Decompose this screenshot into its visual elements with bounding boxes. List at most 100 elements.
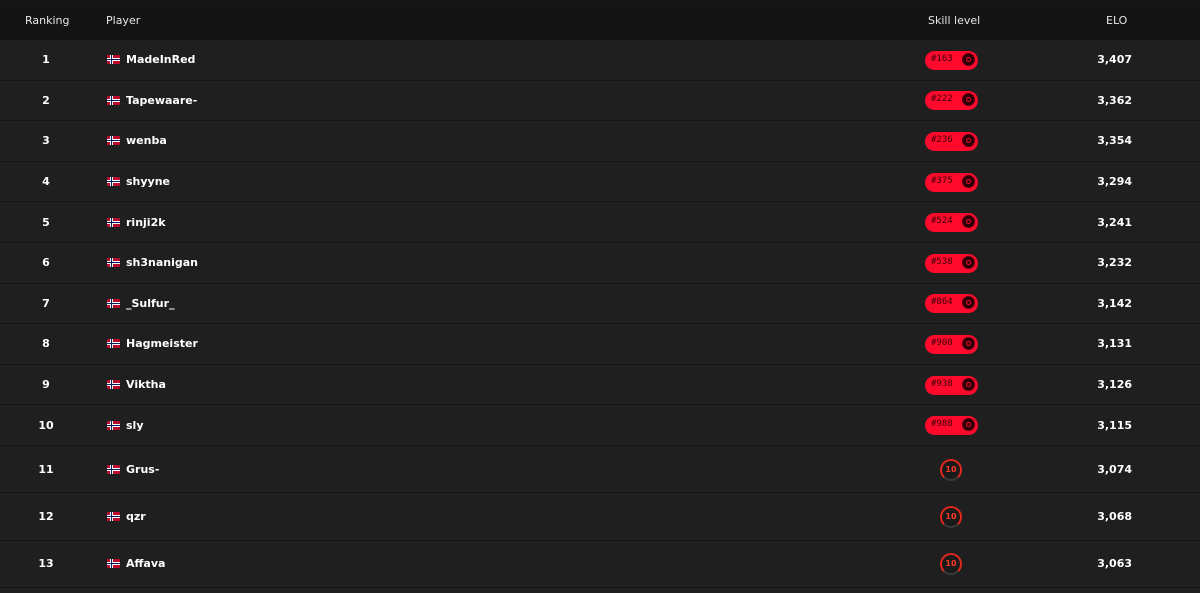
- elo-value: 3,142: [1097, 296, 1132, 310]
- challenger-rank-text: #375: [931, 175, 953, 186]
- table-row[interactable]: 4 shyyne #375 3,294: [0, 161, 1200, 203]
- player-name-link[interactable]: Grus-: [126, 463, 159, 476]
- challenger-icon: [962, 174, 975, 188]
- challenger-rank-text: #988: [931, 419, 953, 430]
- header-player: Player: [106, 14, 141, 27]
- challenger-rank-badge: #375: [925, 172, 978, 192]
- elo-value: 3,074: [1097, 462, 1132, 476]
- challenger-rank-badge: #864: [925, 294, 978, 314]
- norway-flag-icon: [107, 95, 120, 105]
- rank-number: 9: [42, 378, 50, 392]
- player-name-link[interactable]: rinji2k: [126, 216, 166, 229]
- table-row[interactable]: 11 Grus- 10 3,074: [0, 446, 1200, 494]
- player-name-link[interactable]: wenba: [126, 134, 167, 147]
- rank-number: 11: [38, 462, 54, 476]
- challenger-rank-badge: #908: [925, 334, 978, 354]
- challenger-icon: [962, 93, 975, 107]
- elo-value: 3,241: [1097, 215, 1132, 229]
- norway-flag-icon: [107, 512, 120, 522]
- header-ranking: Ranking: [25, 14, 70, 27]
- norway-flag-icon: [107, 55, 120, 65]
- player-name-link[interactable]: sh3nanigan: [126, 256, 198, 269]
- norway-flag-icon: [107, 559, 120, 569]
- elo-value: 3,362: [1097, 93, 1132, 107]
- player-name-link[interactable]: MadeInRed: [126, 53, 195, 66]
- challenger-rank-badge: #236: [925, 131, 978, 151]
- norway-flag-icon: [107, 339, 120, 349]
- challenger-icon: [962, 296, 975, 310]
- challenger-rank-text: #938: [931, 378, 953, 389]
- rank-number: 2: [42, 93, 50, 107]
- player-name-link[interactable]: Tapewaare-: [126, 94, 197, 107]
- table-header: Ranking Player Skill level ELO: [0, 2, 1200, 40]
- skill-level-ring-icon: 10: [940, 553, 962, 576]
- norway-flag-icon: [107, 177, 120, 187]
- norway-flag-icon: [107, 217, 120, 227]
- norway-flag-icon: [107, 420, 120, 430]
- table-row[interactable]: 10 sly #988 3,115: [0, 405, 1200, 446]
- skill-level-number: 10: [945, 464, 957, 474]
- player-name-link[interactable]: Affava: [126, 557, 165, 570]
- challenger-rank-text: #163: [931, 53, 953, 64]
- elo-value: 3,115: [1097, 418, 1132, 432]
- challenger-icon: [962, 418, 975, 432]
- header-skill-level: Skill level: [928, 14, 981, 27]
- challenger-icon: [962, 133, 975, 147]
- challenger-rank-text: #908: [931, 337, 953, 348]
- rank-number: 6: [42, 256, 50, 270]
- challenger-rank-text: #222: [931, 94, 953, 105]
- norway-flag-icon: [107, 136, 120, 146]
- skill-level-number: 10: [945, 559, 957, 569]
- challenger-rank-badge: #163: [925, 50, 978, 70]
- challenger-icon: [962, 215, 975, 229]
- challenger-icon: [962, 336, 975, 350]
- table-row[interactable]: 9 Viktha #938 3,126: [0, 364, 1200, 406]
- player-name-link[interactable]: qzr: [126, 510, 146, 523]
- challenger-rank-badge: #222: [925, 91, 978, 111]
- rank-number: 7: [42, 296, 50, 310]
- table-row[interactable]: 3 wenba #236 3,354: [0, 121, 1200, 162]
- table-row[interactable]: 5 rinji2k #524 3,241: [0, 202, 1200, 243]
- challenger-rank-badge: #988: [925, 416, 978, 436]
- rank-number: 3: [42, 134, 50, 148]
- rank-number: 8: [42, 337, 50, 351]
- table-row[interactable]: 1 MadeInRed #163 3,407: [0, 40, 1200, 81]
- challenger-rank-text: #538: [931, 256, 953, 267]
- challenger-rank-badge: #538: [925, 253, 978, 273]
- elo-value: 3,063: [1097, 557, 1132, 571]
- norway-flag-icon: [107, 298, 120, 308]
- challenger-icon: [962, 255, 975, 269]
- player-name-link[interactable]: Hagmeister: [126, 337, 198, 350]
- player-name-link[interactable]: shyyne: [126, 175, 170, 188]
- player-name-link[interactable]: sly: [126, 419, 144, 432]
- rank-number: 13: [38, 557, 54, 571]
- skill-level-ring-icon: 10: [940, 506, 962, 529]
- challenger-rank-text: #524: [931, 216, 953, 227]
- elo-value: 3,294: [1097, 175, 1132, 189]
- norway-flag-icon: [107, 258, 120, 268]
- skill-level-number: 10: [945, 512, 957, 522]
- elo-value: 3,232: [1097, 256, 1132, 270]
- table-row[interactable]: 13 Affava 10 3,063: [0, 540, 1200, 589]
- skill-level-ring-icon: 10: [940, 458, 962, 481]
- player-name-link[interactable]: _Sulfur_: [126, 297, 175, 310]
- rank-number: 5: [42, 215, 50, 229]
- table-row[interactable]: 12 qzr 10 3,068: [0, 493, 1200, 541]
- table-row[interactable]: 6 sh3nanigan #538 3,232: [0, 243, 1200, 284]
- player-name-link[interactable]: Viktha: [126, 378, 166, 391]
- table-row[interactable]: 7 _Sulfur_ #864 3,142: [0, 283, 1200, 325]
- rank-number: 10: [38, 418, 54, 432]
- elo-value: 3,407: [1097, 53, 1132, 67]
- challenger-rank-text: #236: [931, 134, 953, 145]
- challenger-icon: [962, 377, 975, 391]
- elo-value: 3,354: [1097, 134, 1132, 148]
- elo-value: 3,068: [1097, 510, 1132, 524]
- table-row[interactable]: 8 Hagmeister #908 3,131: [0, 324, 1200, 365]
- challenger-rank-text: #864: [931, 297, 953, 308]
- elo-value: 3,126: [1097, 378, 1132, 392]
- rank-number: 12: [38, 510, 54, 524]
- table-row[interactable]: 2 Tapewaare- #222 3,362: [0, 80, 1200, 122]
- challenger-rank-badge: #938: [925, 375, 978, 395]
- header-elo: ELO: [1106, 14, 1128, 27]
- elo-value: 3,131: [1097, 337, 1132, 351]
